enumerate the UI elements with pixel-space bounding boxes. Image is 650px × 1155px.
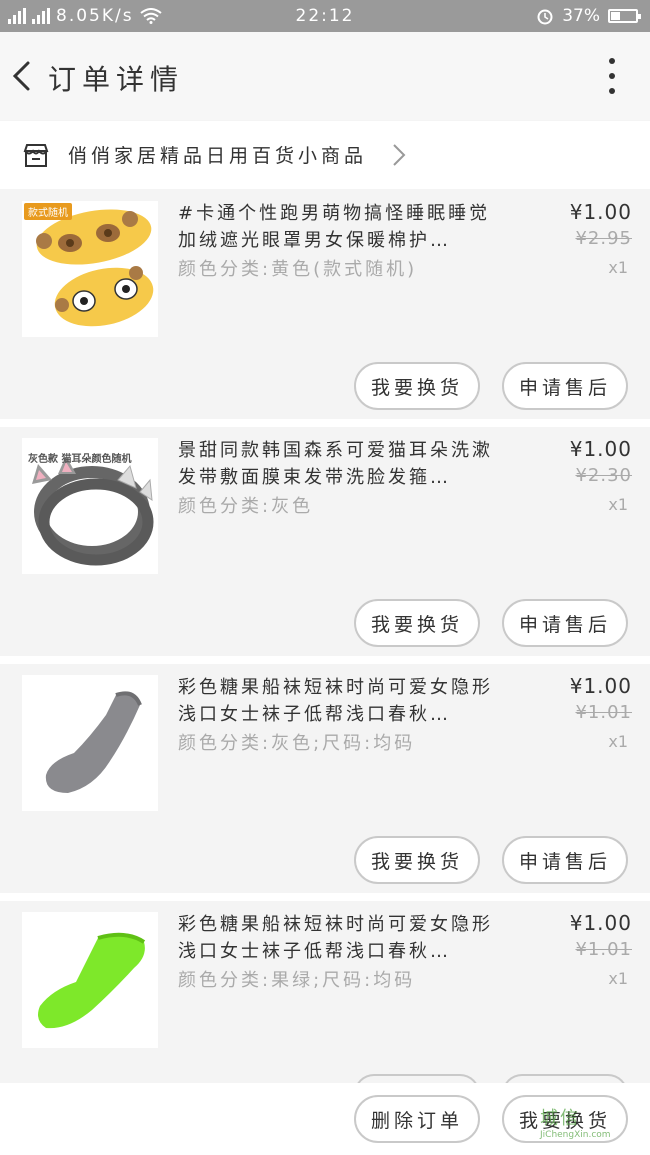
- eye-mask-image: [36, 209, 154, 327]
- battery-percent: 37%: [562, 6, 600, 26]
- order-item: 款式随机 #卡通个性跑男萌物搞怪睡眠睡觉加绒遮光眼罩男女保暖棉护… 颜色分类:黄…: [0, 192, 650, 419]
- product-spec: 颜色分类:果绿;尺码:均码: [178, 970, 416, 991]
- divider: [0, 656, 650, 664]
- product-price: ¥1.00: [569, 911, 632, 935]
- original-price: ¥1.01: [575, 702, 632, 723]
- product-title[interactable]: 彩色糖果船袜短袜时尚可爱女隐形浅口女士袜子低帮浅口春秋…: [178, 674, 508, 728]
- delete-order-button[interactable]: 删除订单: [354, 1095, 480, 1143]
- order-item: 彩色糖果船袜短袜时尚可爱女隐形浅口女士袜子低帮浅口春秋… 颜色分类:灰色;尺码:…: [0, 666, 650, 893]
- product-title[interactable]: 景甜同款韩国森系可爱猫耳朵洗漱发带敷面膜束发带洗脸发箍…: [178, 437, 508, 491]
- product-title[interactable]: #卡通个性跑男萌物搞怪睡眠睡觉加绒遮光眼罩男女保暖棉护…: [178, 200, 508, 254]
- exchange-button[interactable]: 我要换货: [354, 362, 480, 410]
- order-item: 彩色糖果船袜短袜时尚可爱女隐形浅口女士袜子低帮浅口春秋… 颜色分类:果绿;尺码:…: [0, 903, 650, 1083]
- watermark-sub: JiChengXin.com: [540, 1130, 611, 1140]
- product-price: ¥1.00: [569, 437, 632, 461]
- original-price: ¥2.95: [575, 228, 632, 249]
- product-title[interactable]: 彩色糖果船袜短袜时尚可爱女隐形浅口女士袜子低帮浅口春秋…: [178, 911, 508, 965]
- product-image[interactable]: 灰色款 猫耳朵颜色随机: [22, 438, 158, 574]
- product-image[interactable]: [22, 675, 158, 811]
- more-options-icon[interactable]: [606, 58, 618, 94]
- watermark-text: 城信: [540, 1108, 580, 1129]
- exchange-button[interactable]: 我要换货: [354, 836, 480, 884]
- exchange-button[interactable]: 我要换货: [354, 599, 480, 647]
- original-price: ¥2.30: [575, 465, 632, 486]
- chevron-right-icon: [393, 144, 406, 166]
- nav-header: 订单详情: [0, 32, 650, 120]
- alarm-icon: [537, 9, 553, 25]
- shop-icon: [23, 144, 49, 167]
- status-right: 37%: [536, 6, 641, 26]
- product-price: ¥1.00: [569, 674, 632, 698]
- after-sales-button[interactable]: 申请售后: [502, 362, 628, 410]
- product-spec: 颜色分类:黄色(款式随机): [178, 259, 418, 280]
- product-qty: x1: [608, 969, 628, 988]
- product-caption: 灰色款 猫耳朵颜色随机: [28, 454, 132, 465]
- product-image[interactable]: 款式随机: [22, 201, 158, 337]
- battery-icon: [608, 9, 641, 23]
- original-price: ¥1.01: [575, 939, 632, 960]
- shop-name: 俏俏家居精品日用百货小商品: [68, 145, 368, 167]
- product-spec: 颜色分类:灰色;尺码:均码: [178, 733, 416, 754]
- product-qty: x1: [608, 495, 628, 514]
- back-arrow-icon[interactable]: [10, 60, 32, 92]
- shop-row[interactable]: 俏俏家居精品日用百货小商品: [0, 121, 650, 189]
- product-qty: x1: [608, 732, 628, 751]
- after-sales-button[interactable]: 申请售后: [502, 836, 628, 884]
- product-spec: 颜色分类:灰色: [178, 496, 314, 517]
- product-image[interactable]: [22, 912, 158, 1048]
- status-bar: 8.05K/s 22:12 37%: [0, 0, 650, 32]
- after-sales-button[interactable]: 申请售后: [502, 599, 628, 647]
- page-title: 订单详情: [48, 63, 185, 96]
- watermark-logo: 城信 JiChengXin.com: [540, 1104, 611, 1140]
- divider: [0, 893, 650, 901]
- order-item: 灰色款 猫耳朵颜色随机 景甜同款韩国森系可爱猫耳朵洗漱发带敷面膜束发带洗脸发箍……: [0, 429, 650, 656]
- divider: [0, 419, 650, 427]
- battery-fill: [611, 12, 620, 20]
- product-qty: x1: [608, 258, 628, 277]
- product-badge: 款式随机: [24, 203, 72, 220]
- green-sock-image: [38, 932, 146, 1029]
- gray-sock-image: [45, 691, 142, 793]
- product-price: ¥1.00: [569, 200, 632, 224]
